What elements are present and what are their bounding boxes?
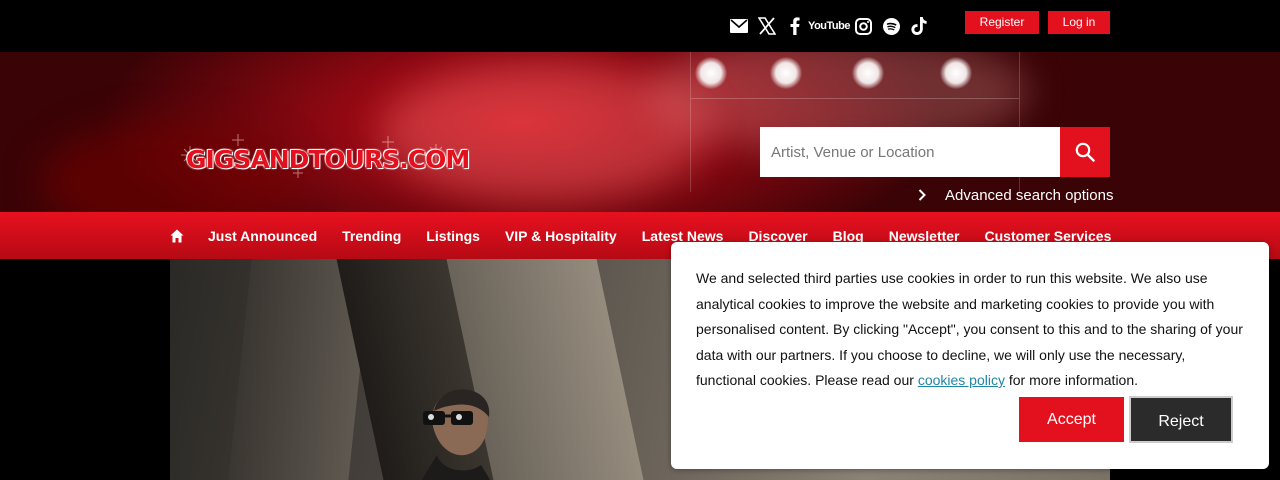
reject-button[interactable]: Reject bbox=[1129, 396, 1233, 443]
search-input[interactable] bbox=[760, 127, 1060, 177]
spotify-icon[interactable] bbox=[880, 15, 902, 37]
nav-item-vip-hospitality[interactable]: VIP & Hospitality bbox=[505, 228, 617, 244]
advanced-search-label: Advanced search options bbox=[945, 186, 1114, 204]
nav-item-listings[interactable]: Listings bbox=[426, 228, 480, 244]
cookies-policy-link[interactable]: cookies policy bbox=[918, 372, 1005, 388]
x-icon[interactable] bbox=[756, 15, 778, 37]
tiktok-icon[interactable] bbox=[908, 15, 930, 37]
advanced-search-link[interactable]: Advanced search options bbox=[918, 186, 1113, 204]
home-icon[interactable] bbox=[170, 229, 184, 243]
logo-text: GIGSANDTOURS.COM bbox=[186, 145, 470, 174]
search-icon bbox=[1075, 142, 1095, 162]
accept-button[interactable]: Accept bbox=[1019, 397, 1124, 442]
top-bar: YouTube Register Log in bbox=[0, 0, 1280, 52]
login-button[interactable]: Log in bbox=[1048, 11, 1110, 34]
chevron-right-icon bbox=[918, 189, 932, 201]
stage-light bbox=[852, 57, 884, 89]
instagram-icon[interactable] bbox=[852, 15, 874, 37]
stage-light bbox=[770, 57, 802, 89]
cookie-message: We and selected third parties use cookie… bbox=[696, 270, 1243, 388]
social-links: YouTube bbox=[728, 14, 936, 38]
nav-item-just-announced[interactable]: Just Announced bbox=[208, 228, 317, 244]
artist-figure bbox=[421, 389, 491, 480]
cookie-consent-dialog: We and selected third parties use cookie… bbox=[671, 242, 1269, 469]
stage-light bbox=[695, 57, 727, 89]
stage-light bbox=[940, 57, 972, 89]
nav-item-trending[interactable]: Trending bbox=[342, 228, 401, 244]
search-button[interactable] bbox=[1060, 127, 1110, 177]
youtube-icon[interactable]: YouTube bbox=[808, 15, 850, 37]
site-logo[interactable]: GIGSANDTOURS.COM bbox=[178, 132, 470, 180]
mail-icon[interactable] bbox=[728, 15, 750, 37]
facebook-icon[interactable] bbox=[784, 15, 806, 37]
register-button[interactable]: Register bbox=[965, 11, 1039, 34]
